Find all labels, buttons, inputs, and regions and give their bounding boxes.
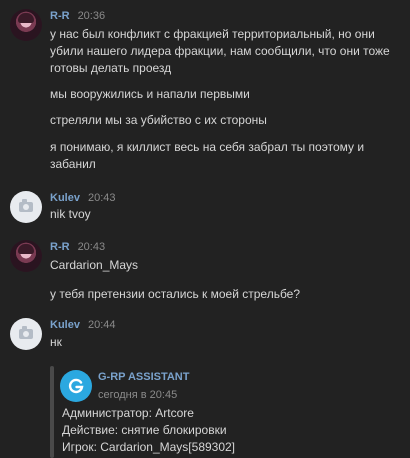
avatar-kulev[interactable] xyxy=(10,318,42,350)
message-line: мы вооружились и напали первыми xyxy=(50,87,250,101)
author-name[interactable]: R-R xyxy=(50,241,70,253)
message-header: R-R 20:36 xyxy=(50,10,105,22)
message-line: стреляли мы за убийство с их стороны xyxy=(50,113,267,127)
timestamp: 20:43 xyxy=(87,192,116,204)
g-logo-icon xyxy=(60,370,92,402)
message-line: у нас был конфликт с фракцией территориа… xyxy=(50,27,375,41)
avatar-rr[interactable] xyxy=(10,9,42,41)
message-line: Cardarion_Mays xyxy=(50,258,139,272)
message-line: готовы делать проезд xyxy=(50,61,172,75)
message-line: забанил xyxy=(50,157,96,171)
message-line: у тебя претензии остались к моей стрельб… xyxy=(50,287,301,301)
chat-log: R-R 20:36 у нас был конфликт с фракцией … xyxy=(0,0,410,458)
embed-field: Действие: снятие блокировки xyxy=(62,423,227,437)
embed-field: Игрок: Cardarion_Mays[589302] xyxy=(62,440,236,454)
avatar-kulev[interactable] xyxy=(10,191,42,223)
message-line: nik tvoy xyxy=(50,207,91,221)
author-name[interactable]: Kulev xyxy=(50,192,80,204)
embed-title[interactable]: G-RP ASSISTANT xyxy=(98,371,189,383)
avatar-rr[interactable] xyxy=(10,240,42,272)
embed-field: Администратор: Artcore xyxy=(62,406,194,420)
timestamp: 20:36 xyxy=(77,10,106,22)
camera-icon xyxy=(19,326,33,339)
embed-timestamp: сегодня в 20:45 xyxy=(98,389,178,401)
message-line: я понимаю, я киллист весь на себя забрал… xyxy=(50,140,365,154)
author-name[interactable]: R-R xyxy=(50,10,70,22)
message-line: убили нашего лидера фракции, нам сообщил… xyxy=(50,44,390,58)
message-header: R-R 20:43 xyxy=(50,241,105,253)
message-line: нк xyxy=(50,335,62,349)
embed-accent-bar xyxy=(50,366,54,458)
timestamp: 20:44 xyxy=(87,319,116,331)
author-name[interactable]: Kulev xyxy=(50,319,80,331)
message-header: Kulev 20:43 xyxy=(50,192,116,204)
camera-icon xyxy=(19,199,33,212)
message-header: Kulev 20:44 xyxy=(50,319,116,331)
timestamp: 20:43 xyxy=(77,241,106,253)
